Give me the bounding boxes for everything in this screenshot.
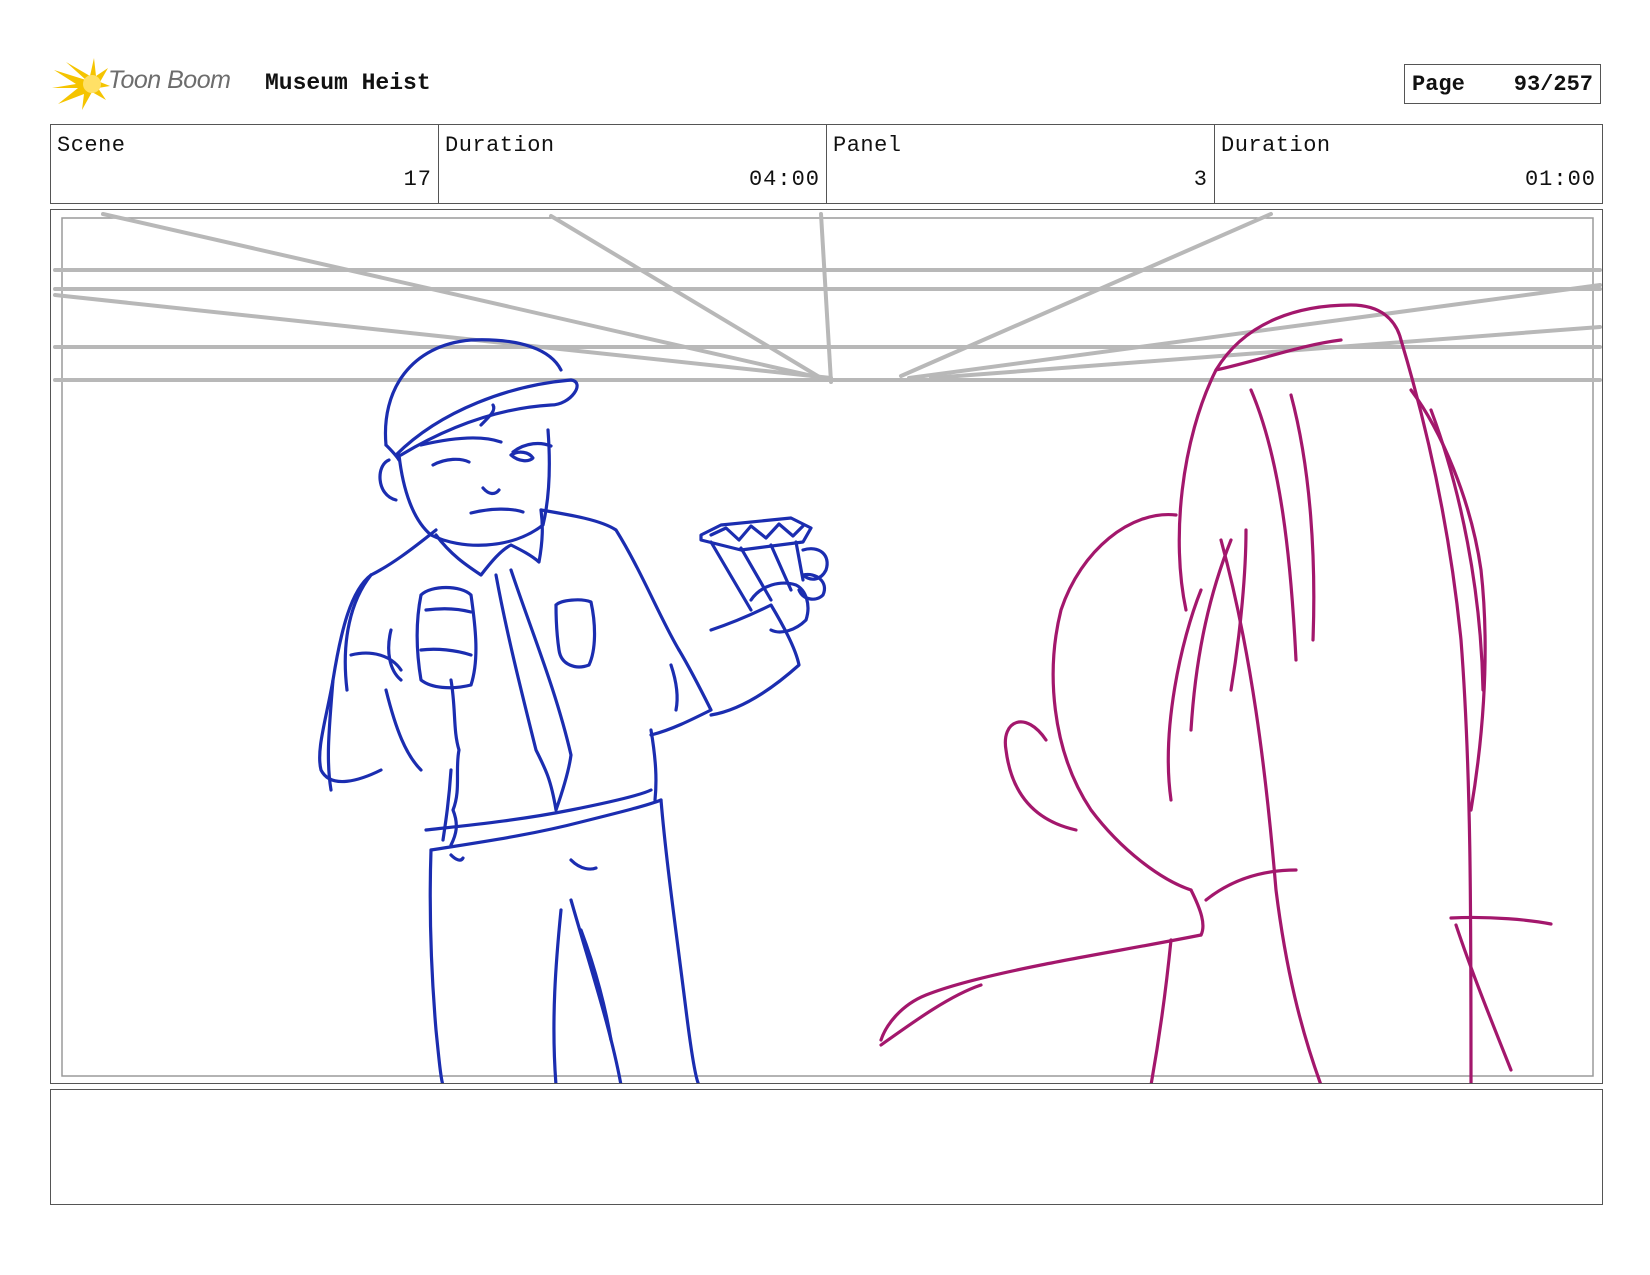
page-label: Page [1412, 71, 1465, 97]
panel-cell: Panel 3 [827, 125, 1215, 203]
scene-duration-value: 04:00 [748, 167, 820, 192]
page-indicator: Page 93/257 [1404, 64, 1601, 104]
scene-duration-cell: Duration 04:00 [439, 125, 827, 203]
guard-character-sketch [318, 338, 829, 1083]
starburst-icon [52, 58, 110, 110]
panel-duration-cell: Duration 01:00 [1215, 125, 1602, 203]
panel-info-table: Scene 17 Duration 04:00 Panel 3 Duration… [50, 124, 1603, 204]
panel-value: 3 [1193, 167, 1208, 192]
panel-label: Panel [833, 133, 902, 158]
scene-cell: Scene 17 [51, 125, 439, 203]
project-title: Museum Heist [265, 70, 431, 96]
panel-duration-value: 01:00 [1524, 167, 1596, 192]
perspective-guides [53, 212, 1602, 384]
storyboard-panel [50, 209, 1603, 1084]
logo-text: Toon Boom [108, 66, 231, 94]
girl-character-sketch [879, 303, 1553, 1083]
caption-notes-box [50, 1089, 1603, 1205]
page-number: 93/257 [1513, 71, 1593, 97]
scene-value: 17 [403, 167, 432, 192]
scene-duration-label: Duration [445, 133, 555, 158]
scene-label: Scene [57, 133, 126, 158]
panel-sketch [53, 212, 1602, 1083]
panel-duration-label: Duration [1221, 133, 1331, 158]
